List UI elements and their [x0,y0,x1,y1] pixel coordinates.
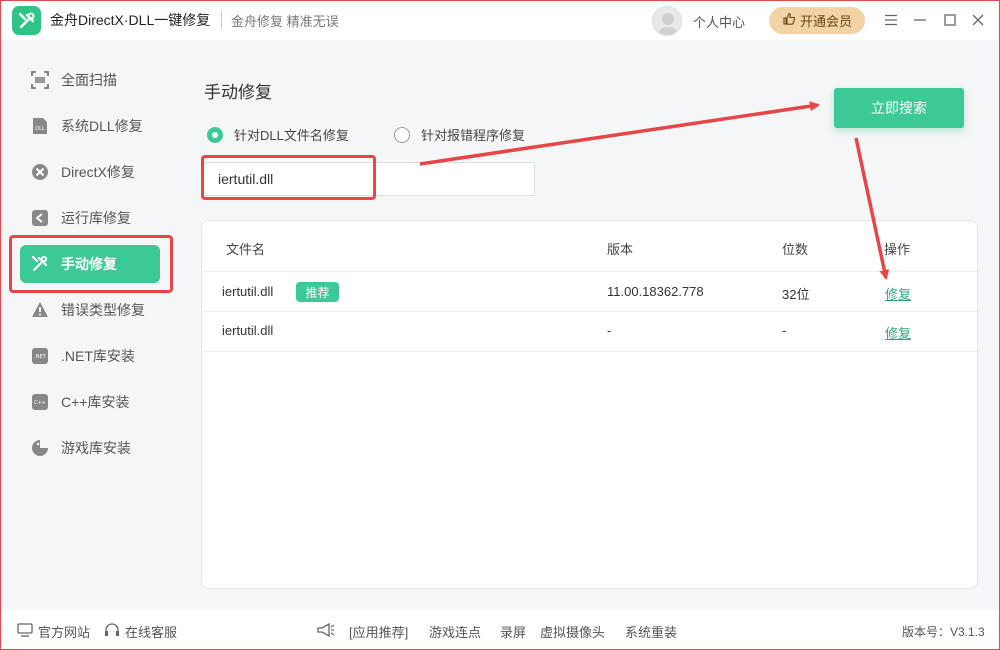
radio-error-program[interactable]: 针对报错程序修复 [394,125,525,144]
cpp-icon: C++ [31,393,49,411]
footer: 官方网站 在线客服 [应用推荐] 游戏连点 录屏 虚拟摄像头 系统重装 版本号：… [0,610,1000,650]
user-center-link[interactable]: 个人中心 [693,12,745,31]
svg-text:.NET: .NET [34,354,46,360]
sidebar-item-label: C++库安装 [61,394,130,410]
svg-text:DLL: DLL [35,126,45,132]
app-logo-icon [12,6,41,35]
sidebar-annotation-box [9,235,173,293]
radio-checked-icon [207,126,223,143]
sidebar-item-full-scan[interactable]: 全面扫描 [20,61,160,99]
row-divider [202,351,977,352]
vip-label: 开通会员 [799,14,852,29]
sidebar-item-label: 游戏库安装 [61,440,131,456]
title-divider [221,11,222,29]
footer-link-virtual-camera[interactable]: 虚拟摄像头 [540,622,605,641]
game-icon [31,439,49,457]
avatar[interactable] [652,6,682,36]
row-2-version: - [607,323,612,338]
megaphone-icon [316,622,336,641]
radio-label: 针对报错程序修复 [421,128,526,143]
sidebar-item-cpp[interactable]: C++ C++库安装 [20,383,160,421]
directx-icon [31,163,49,181]
sidebar-item-label: 运行库修复 [61,210,131,226]
app-slogan: 金舟修复 精准无误 [231,14,339,29]
online-service-label: 在线客服 [125,625,178,640]
sidebar-item-label: .NET库安装 [61,348,135,364]
sidebar-item-label: 错误类型修复 [61,302,145,318]
vip-button[interactable]: 开通会员 [769,7,865,34]
recommend-badge: 推荐 [296,282,339,302]
column-header-filename: 文件名 [226,242,266,257]
maximize-icon[interactable] [940,10,960,30]
thumbs-up-icon [782,12,796,29]
row-1-bits: 32位 [782,287,810,302]
app-title: 金舟DirectX·DLL一键修复 [50,12,211,28]
close-icon[interactable] [968,10,988,30]
sidebar-item-runtime[interactable]: 运行库修复 [20,199,160,237]
sidebar-item-directx[interactable]: DirectX修复 [20,153,160,191]
page-title: 手动修复 [204,83,272,102]
online-service-link[interactable]: 在线客服 [104,622,177,641]
minimize-icon[interactable] [910,10,930,30]
column-header-bits: 位数 [782,242,809,257]
net-icon: .NET [31,347,49,365]
radio-dll-filename[interactable]: 针对DLL文件名修复 [207,125,349,144]
monitor-icon [17,623,33,640]
results-table [201,220,978,589]
sidebar-item-label: DirectX修复 [61,164,135,180]
row-divider [202,311,977,312]
svg-text:C++: C++ [34,400,46,406]
input-annotation-box [201,155,376,200]
footer-link-game-clicker[interactable]: 游戏连点 [429,622,481,641]
sidebar-item-error-type[interactable]: 错误类型修复 [20,291,160,329]
search-button[interactable]: 立即搜索 [834,88,964,128]
row-2-bits: - [782,323,787,338]
column-header-version: 版本 [607,242,634,257]
sidebar-item-net[interactable]: .NET .NET库安装 [20,337,160,375]
row-1-repair-link[interactable]: 修复 [885,284,911,303]
footer-link-system-reinstall[interactable]: 系统重装 [625,622,677,641]
scan-icon [31,71,49,89]
runtime-icon [31,209,49,227]
sidebar-item-label: 系统DLL修复 [61,118,143,134]
recommend-section: [应用推荐] [316,622,408,641]
dll-icon: DLL [31,117,49,135]
column-header-action: 操作 [884,242,911,257]
title-bar: 金舟DirectX·DLL一键修复 金舟修复 精准无误 个人中心 开通会员 [0,0,1000,40]
sidebar-item-system-dll[interactable]: DLL 系统DLL修复 [20,107,160,145]
row-divider [202,271,977,272]
radio-unchecked-icon [394,126,410,143]
warning-icon [31,301,49,319]
official-site-label: 官方网站 [38,625,91,640]
recommend-label: [应用推荐] [349,625,409,640]
row-1-filename: iertutil.dll [222,284,274,299]
official-site-link[interactable]: 官方网站 [17,622,90,641]
version-text: 版本号：V3.1.3 [902,625,985,639]
sidebar-item-game[interactable]: 游戏库安装 [20,429,160,467]
row-2-filename: iertutil.dll [222,323,274,338]
headset-icon [104,623,120,640]
sidebar-item-label: 全面扫描 [61,72,117,88]
footer-link-screen-record[interactable]: 录屏 [500,622,526,641]
row-1-version: 11.00.18362.778 [607,284,704,299]
radio-label: 针对DLL文件名修复 [234,128,349,143]
menu-icon[interactable] [881,10,901,30]
row-2-repair-link[interactable]: 修复 [885,323,911,342]
